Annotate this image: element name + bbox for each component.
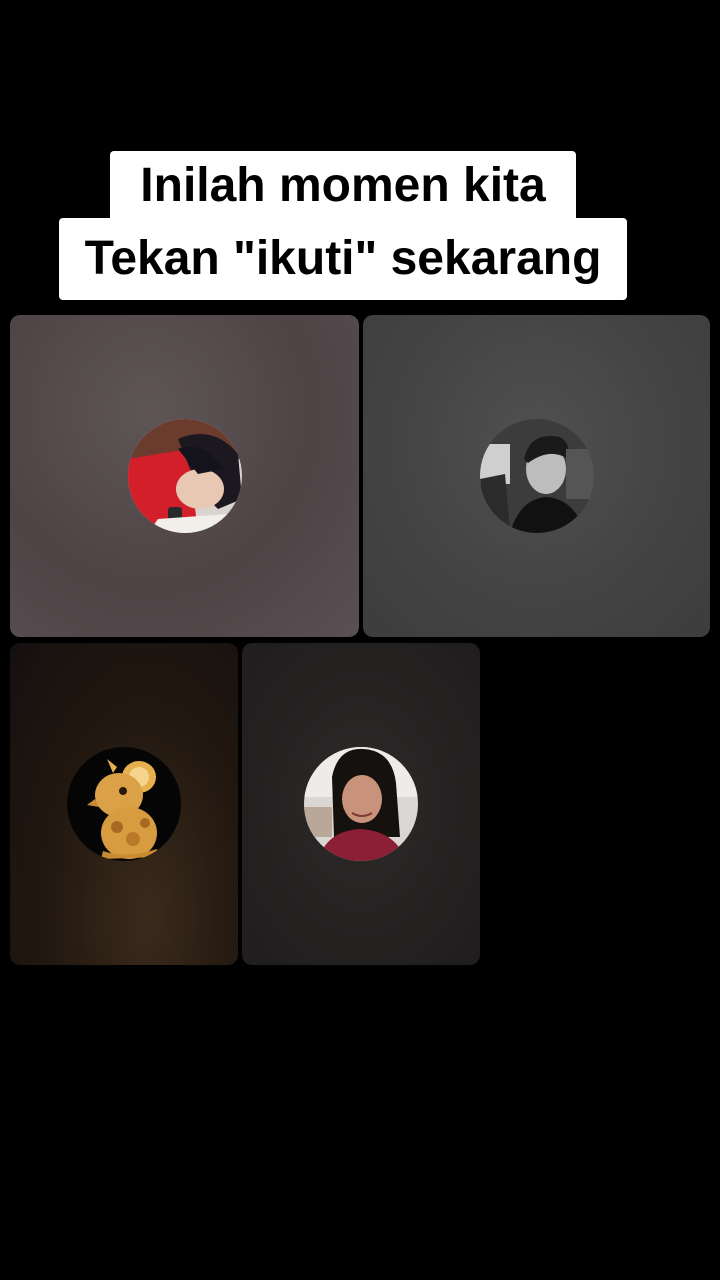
participant-avatar-4[interactable]	[304, 747, 418, 861]
call-screen: Inilah momen kita Tekan "ikuti" sekarang	[0, 0, 720, 1280]
participant-tile-3[interactable]	[10, 643, 238, 965]
participant-avatar-2[interactable]	[479, 419, 594, 533]
participant-tile-2[interactable]	[363, 315, 710, 637]
participant-tile-4[interactable]	[242, 643, 480, 965]
woman-red-shirt-avatar-icon	[127, 419, 242, 533]
golden-mouse-figurine-avatar-icon	[67, 747, 181, 861]
participant-avatar-3[interactable]	[67, 747, 181, 861]
caption-line-2: Tekan "ikuti" sekarang	[59, 218, 627, 300]
participant-tile-1[interactable]	[10, 315, 359, 637]
participant-avatar-1[interactable]	[127, 419, 242, 533]
man-monochrome-avatar-icon	[479, 419, 594, 533]
caption-line-1: Inilah momen kita	[110, 151, 576, 221]
woman-smiling-avatar-icon	[304, 747, 418, 861]
